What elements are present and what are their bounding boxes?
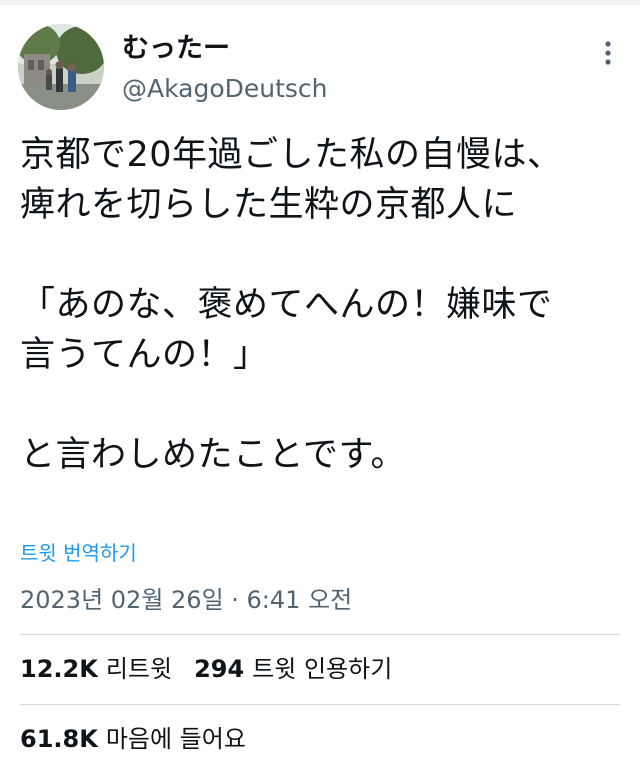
tweet-line: 痺れを切らした生粋の京都人に [20,185,518,225]
tweet-line [20,230,632,280]
author-handle[interactable]: @AkagoDeutsch [122,73,328,105]
tweet-line: 言うてんの！」 [20,335,269,375]
tweet-line: 京都で20年過ごした私の自慢は、 [20,135,563,175]
quote-tweets-count: 294 [194,655,245,683]
likes-stat[interactable]: 61.8K 마음에 들어요 [20,723,246,755]
engagement-row: 12.2K 리트윗 294 트윗 인용하기 [20,653,392,685]
author-display-name[interactable]: むったー [122,33,230,65]
divider [20,634,620,635]
avatar[interactable] [18,24,104,110]
retweets-count: 12.2K [20,655,98,683]
translate-tweet-link[interactable]: 트윗 번역하기 [20,539,137,567]
tweet-timestamp[interactable]: 2023년 02월 26일 · 6:41 오전 [20,584,352,616]
top-divider [0,0,640,5]
likes-count: 61.8K [20,725,98,753]
retweets-label: 리트윗 [105,655,173,683]
likes-label: 마음에 들어요 [105,725,246,753]
likes-row: 61.8K 마음에 들어요 [20,723,246,755]
divider [20,704,620,705]
tweet-line [20,380,632,430]
avatar-photo [18,24,104,110]
tweet-line: と言わしめたことです。 [20,435,406,475]
more-vertical-icon[interactable] [600,38,616,68]
tweet-text: 京都で20年過ごした私の自慢は、 痺れを切らした生粋の京都人に 「あのな、褒めて… [20,130,632,480]
quote-tweets-label: 트윗 인용하기 [252,655,393,683]
retweets-stat[interactable]: 12.2K 리트윗 [20,653,172,685]
tweet-line: 「あのな、褒めてへんの！嫌味で [20,285,553,325]
quote-tweets-stat[interactable]: 294 트윗 인용하기 [194,653,392,685]
